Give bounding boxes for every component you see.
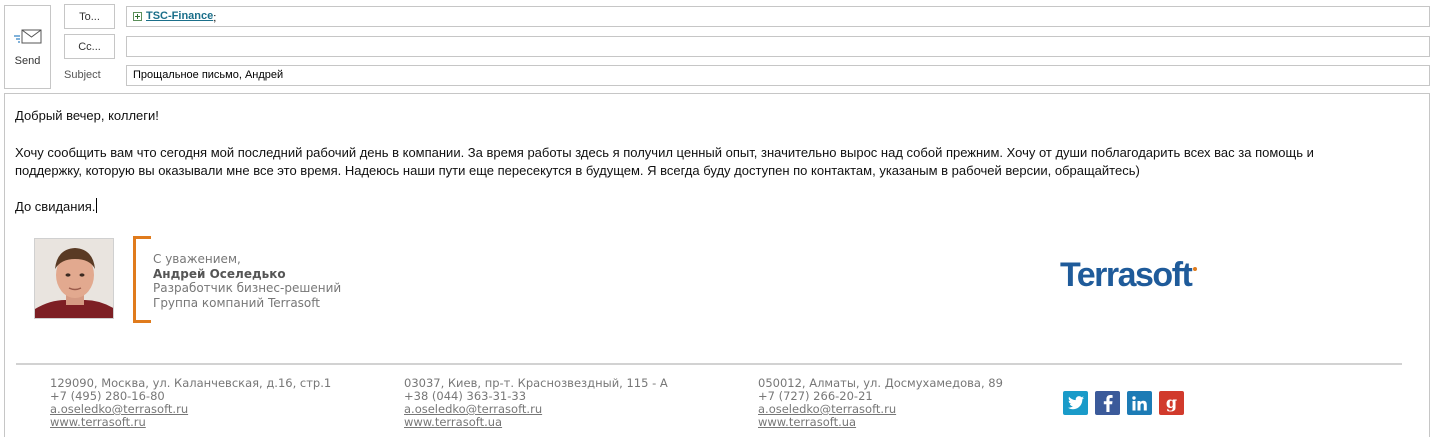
office-kiev: 03037, Киев, пр-т. Краснозвездный, 115 -…	[404, 377, 668, 429]
closing-text: До свидания.	[15, 199, 96, 214]
recipient-separator: ;	[213, 12, 217, 24]
office-web-link[interactable]: www.terrasoft.ua	[404, 416, 668, 429]
terrasoft-logo: Terrasoft	[1060, 256, 1198, 295]
cc-field[interactable]	[126, 36, 1430, 57]
signature-position: Разработчик бизнес-решений	[153, 281, 342, 295]
svg-text:g: g	[1166, 394, 1177, 412]
recipient-chip[interactable]: TSC-Finance	[133, 7, 213, 26]
office-almaty: 050012, Алматы, ул. Досмухамедова, 89 +7…	[758, 377, 1003, 429]
signature-company: Группа компаний Terrasoft	[153, 295, 320, 310]
paragraph-line-1: Хочу сообщить вам что сегодня мой послед…	[15, 145, 1314, 160]
signature-regards: С уважением,	[153, 252, 241, 266]
logo-text: Terrasoft	[1060, 256, 1193, 294]
greeting-text: Добрый вечер, коллеги!	[15, 108, 159, 123]
office-web-link[interactable]: www.terrasoft.ru	[50, 416, 331, 429]
twitter-icon[interactable]	[1063, 391, 1088, 415]
to-field[interactable]: TSC-Finance ;	[126, 6, 1430, 27]
send-button[interactable]: Send	[4, 5, 51, 89]
to-button[interactable]: To...	[64, 4, 115, 29]
author-photo	[34, 238, 114, 319]
send-label: Send	[14, 55, 41, 67]
expand-group-icon[interactable]	[133, 12, 142, 21]
recipient-name: TSC-Finance	[146, 10, 214, 22]
office-web-link[interactable]: www.terrasoft.ua	[758, 416, 1003, 429]
send-envelope-icon	[13, 29, 41, 44]
paragraph-line-2: поддержку, которую вы оказывали мне все …	[15, 163, 1140, 178]
signature-divider	[16, 363, 1402, 365]
text-cursor	[96, 198, 98, 213]
cc-button[interactable]: Cc...	[64, 34, 115, 59]
subject-field[interactable]: Прощальное письмо, Андрей	[126, 65, 1430, 86]
office-moscow: 129090, Москва, ул. Каланчевская, д.16, …	[50, 377, 331, 429]
google-plus-icon[interactable]: g	[1159, 391, 1184, 415]
signature-name: Андрей Оселедько	[153, 266, 286, 281]
closing-line: До свидания.	[15, 198, 98, 216]
linkedin-icon[interactable]	[1127, 391, 1152, 415]
signature-bracket	[133, 236, 151, 323]
facebook-icon[interactable]	[1095, 391, 1120, 415]
subject-label: Subject	[64, 69, 101, 81]
signature-block: С уважением, Андрей Оселедько Разработчи…	[153, 252, 341, 310]
